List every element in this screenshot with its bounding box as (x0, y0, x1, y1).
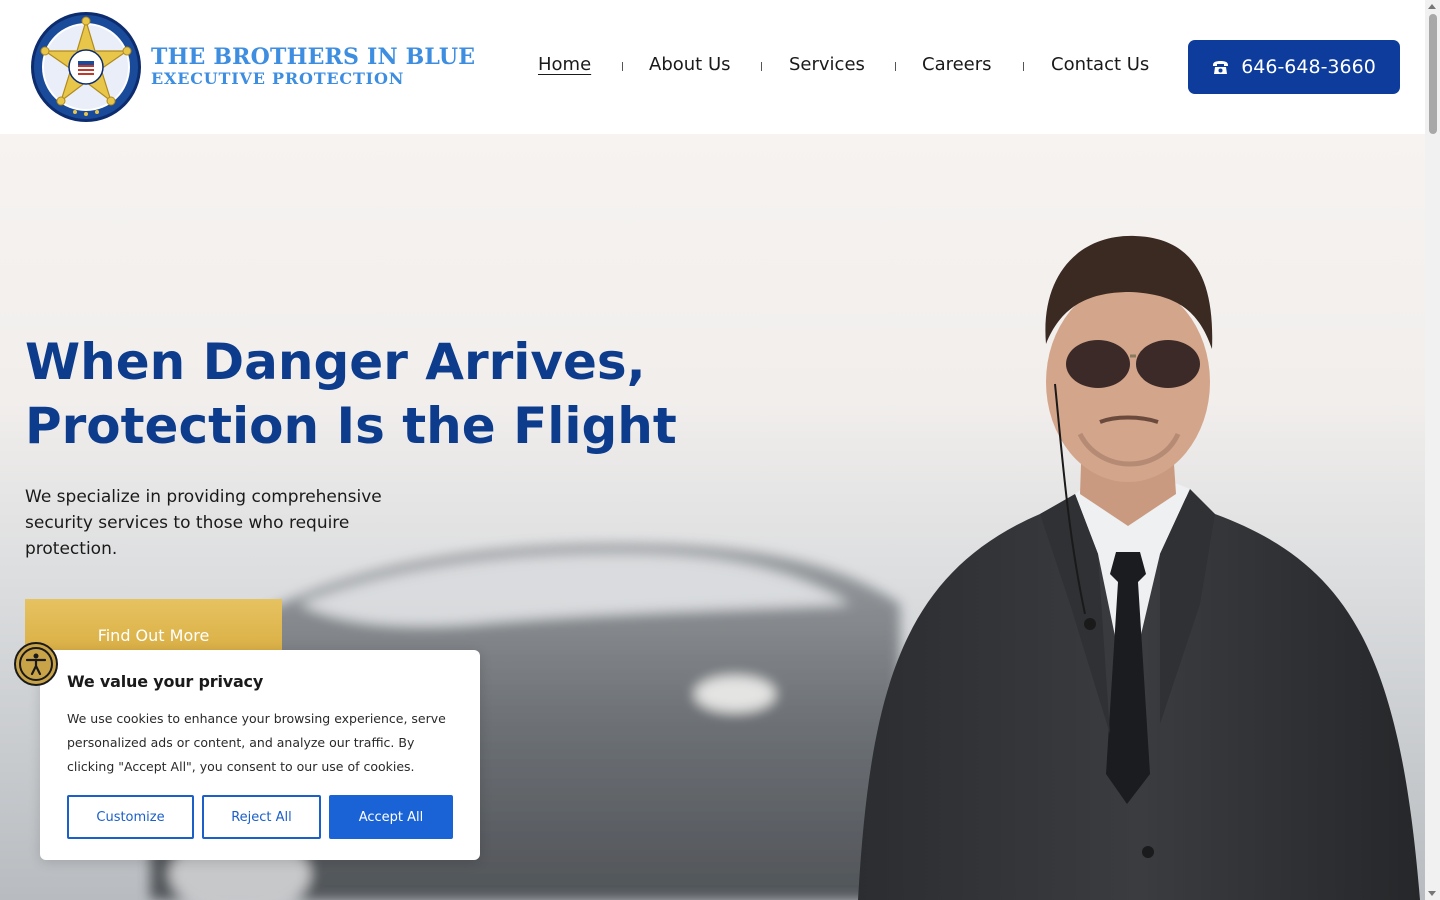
scrollbar-thumb[interactable] (1429, 14, 1437, 134)
hero-title-line1: When Danger Arrives, (25, 333, 646, 391)
nav-item-about-us[interactable]: About Us (649, 54, 731, 75)
reject-all-button[interactable]: Reject All (202, 795, 321, 839)
phone-number: 646-648-3660 (1241, 56, 1376, 78)
cta-label: Find Out More (97, 626, 210, 645)
nav-separator (761, 62, 762, 71)
accessibility-icon-ring (19, 647, 53, 681)
page-scrollbar[interactable] (1425, 0, 1440, 900)
nav-item-careers[interactable]: Careers (922, 54, 992, 75)
nav-separator (622, 62, 623, 71)
cookie-consent-banner: We value your privacy We use cookies to … (40, 650, 480, 860)
accessibility-button[interactable] (14, 642, 58, 686)
scroll-up-arrow-icon[interactable] (1428, 4, 1436, 9)
hero-title: When Danger Arrives, Protection Is the F… (25, 330, 677, 458)
nav-item-services[interactable]: Services (789, 54, 865, 75)
hero-subtitle: We specialize in providing comprehensive… (25, 487, 382, 559)
nav-separator (895, 62, 896, 71)
hero-title-line2: Protection Is the Flight (25, 397, 677, 455)
accessibility-icon (26, 653, 46, 675)
phone-icon (1213, 60, 1229, 74)
nav-separator (1023, 62, 1024, 71)
phone-button[interactable]: 646-648-3660 (1188, 40, 1400, 94)
cookie-title: We value your privacy (67, 672, 264, 691)
accept-all-button[interactable]: Accept All (329, 795, 453, 839)
site-header: THE BROTHERS IN BLUE EXECUTIVE PROTECTIO… (0, 0, 1425, 134)
customize-button[interactable]: Customize (67, 795, 194, 839)
nav-item-home[interactable]: Home (538, 54, 591, 75)
cookie-body: We use cookies to enhance your browsing … (67, 711, 446, 774)
scroll-down-arrow-icon[interactable] (1428, 891, 1436, 896)
nav-item-contact-us[interactable]: Contact Us (1051, 54, 1149, 75)
